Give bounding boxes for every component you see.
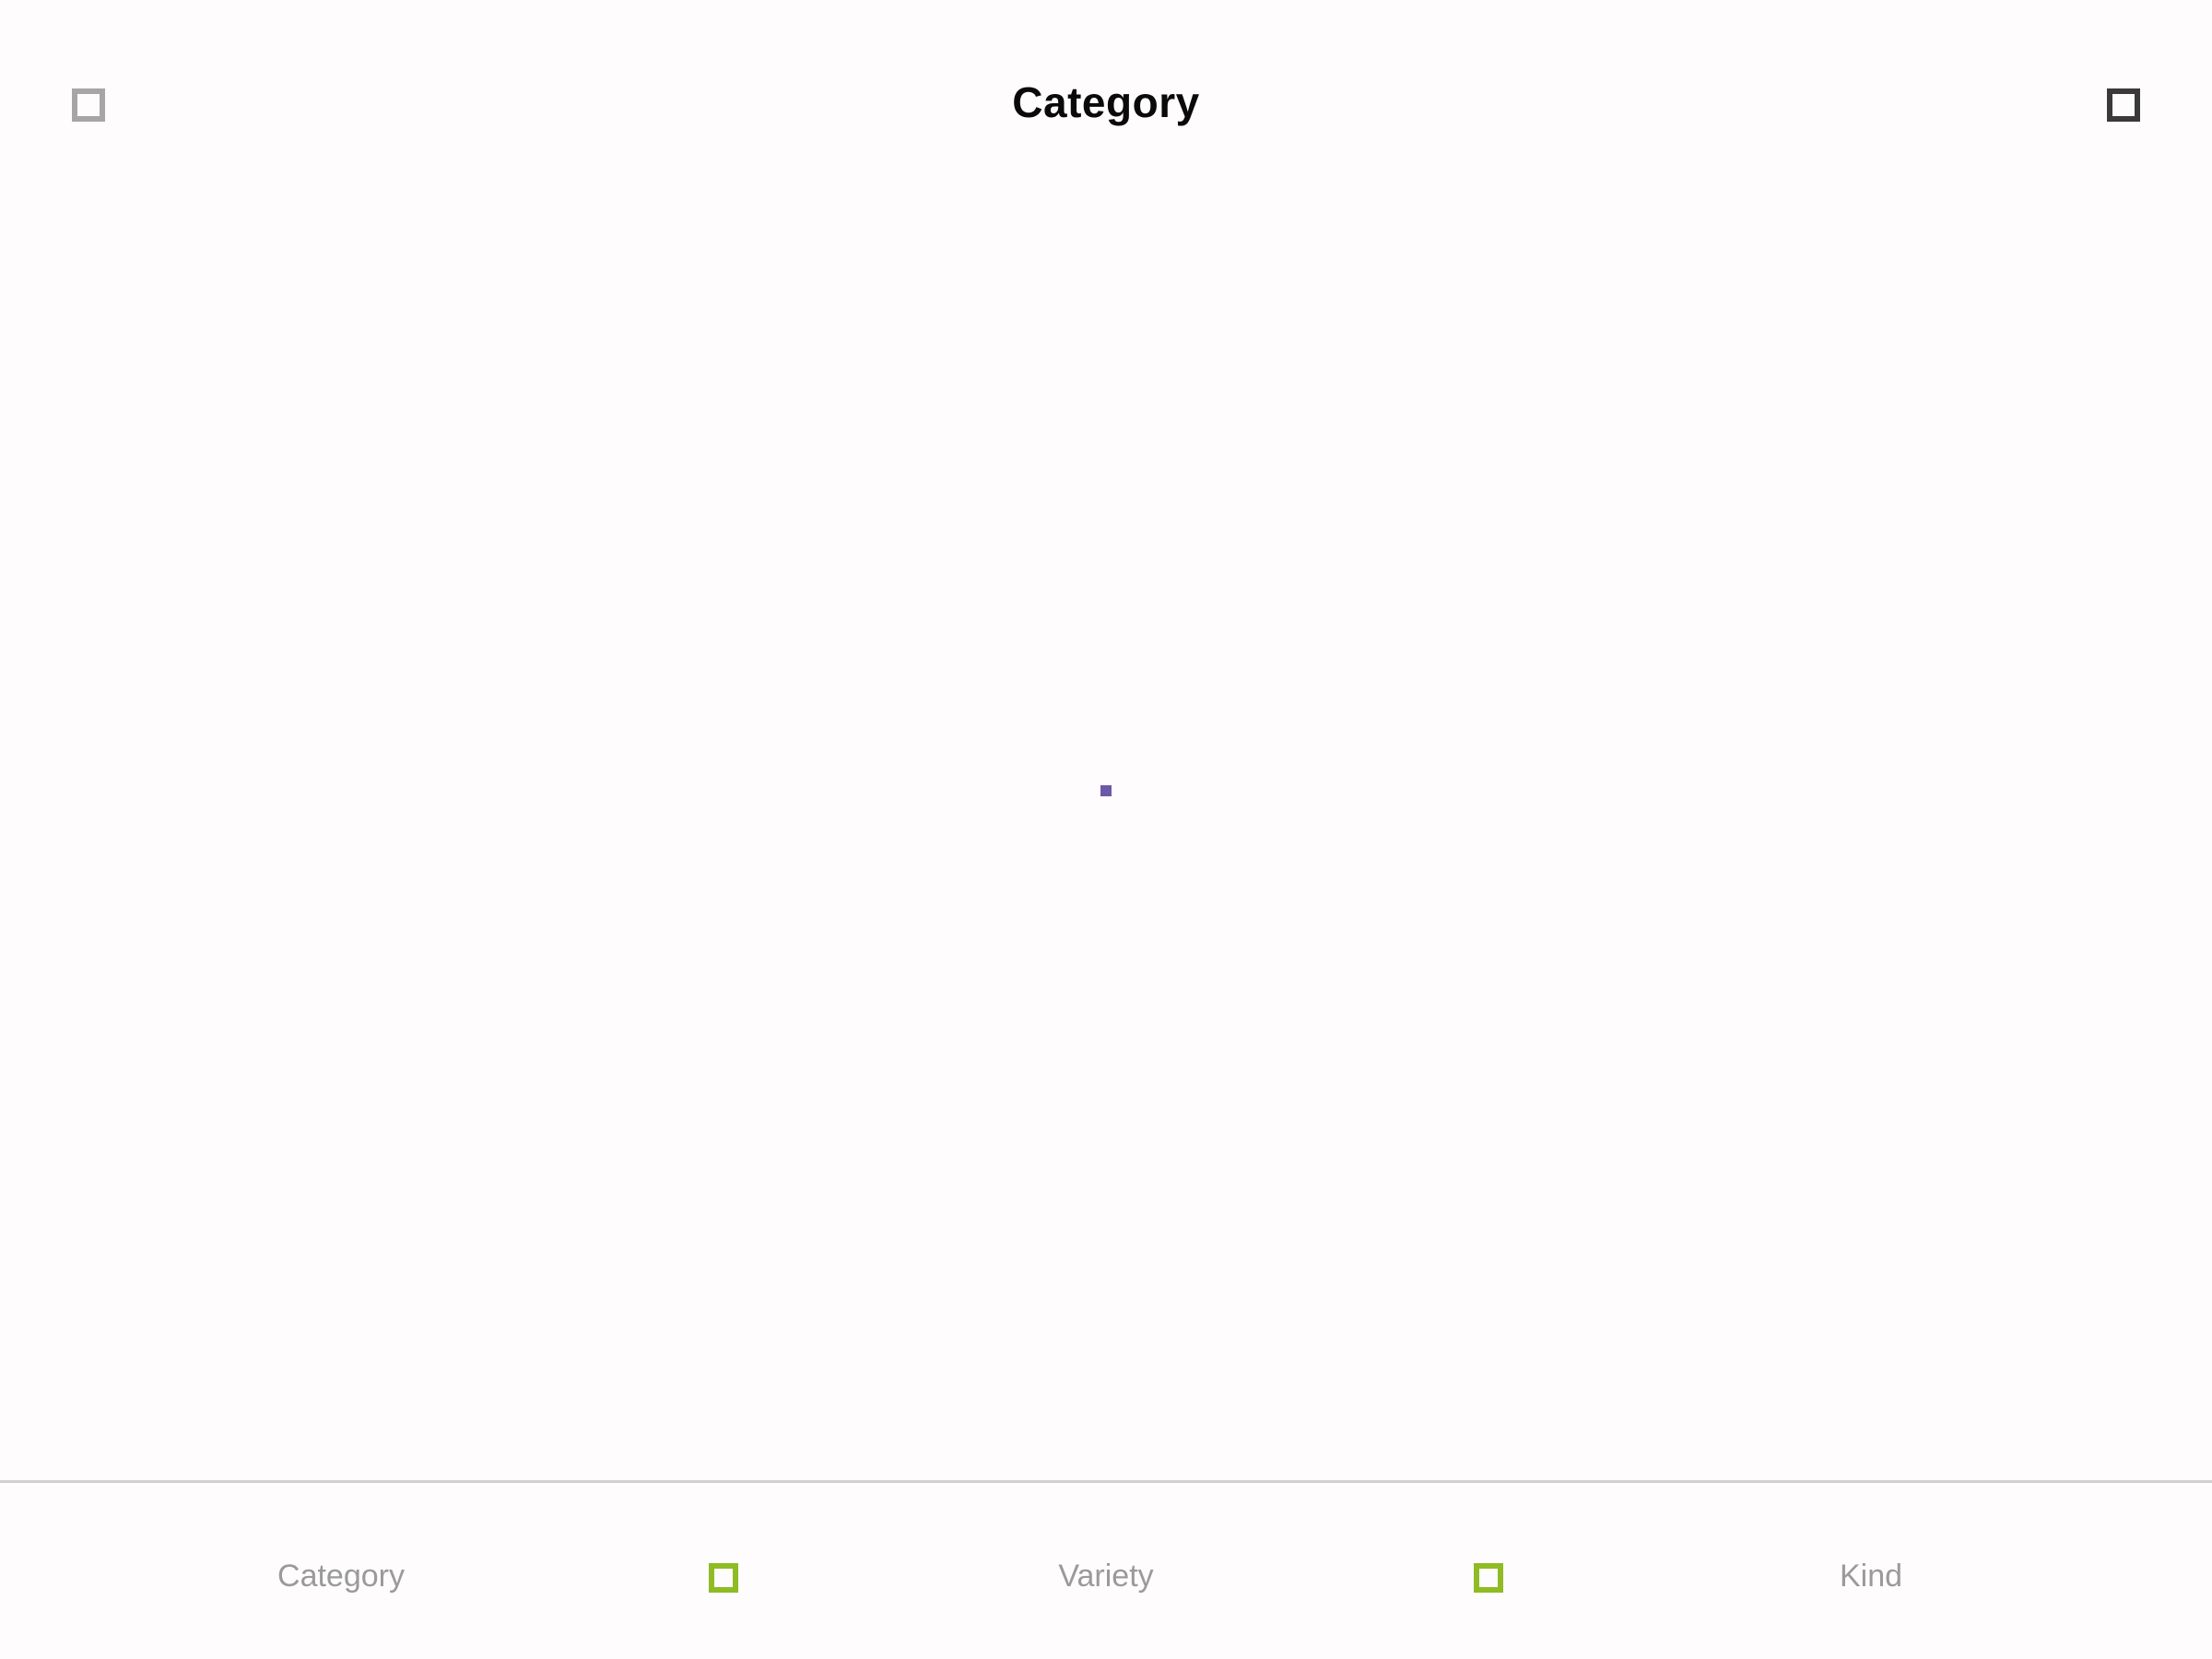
main-content (0, 221, 2212, 1480)
bottom-nav: Category Variety Kind (0, 1483, 2212, 1659)
page-title: Category (1012, 78, 1200, 126)
center-dot-icon (1100, 785, 1112, 796)
nav-item-kind[interactable]: Kind (1733, 1559, 2009, 1594)
nav-item-category[interactable]: Category (203, 1559, 479, 1594)
nav-item-variety[interactable]: Variety (968, 1559, 1244, 1594)
separator-square-icon (709, 1563, 738, 1593)
separator-square-icon (1474, 1563, 1503, 1593)
right-square-icon[interactable] (2107, 88, 2140, 122)
header: Category (0, 0, 2212, 221)
